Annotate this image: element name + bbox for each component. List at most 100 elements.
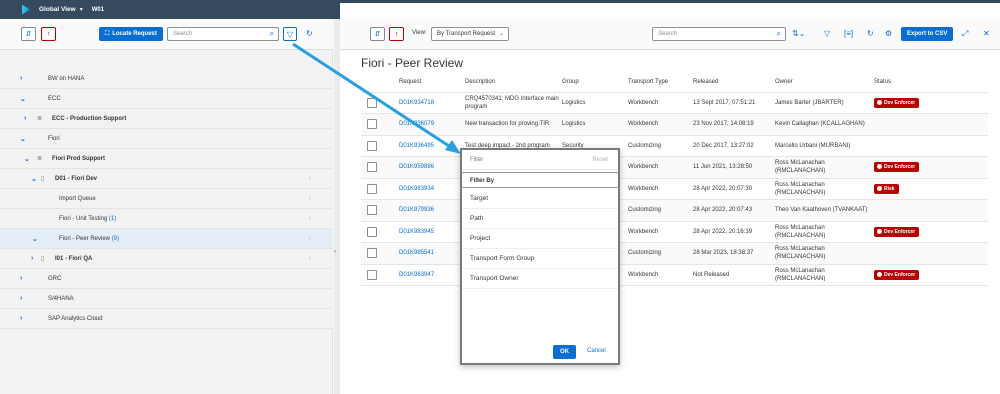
reset-link[interactable]: Reset: [592, 157, 608, 163]
expand-all-icon[interactable]: ⇵: [21, 27, 36, 41]
column-header[interactable]: Request: [399, 72, 465, 93]
tree-node[interactable]: ⌄ Fiori: [0, 129, 333, 149]
navigation-arrow-icon[interactable]: ›: [309, 215, 311, 222]
tree-node[interactable]: › SAP Analytics Cloud: [0, 309, 333, 329]
close-icon[interactable]: ✕: [983, 29, 990, 38]
request-link[interactable]: D01K983945: [399, 229, 434, 235]
table-row[interactable]: D01K979936 Customizing 28 Apr 2022, 20:07:…: [361, 199, 988, 222]
row-checkbox[interactable]: [367, 140, 377, 151]
tree-node[interactable]: Import Queue ›: [0, 189, 333, 209]
chevron-right-icon[interactable]: ›: [31, 255, 33, 262]
tree-node[interactable]: ⌄ ECC: [0, 89, 333, 109]
filter-option[interactable]: Transport Owner: [462, 269, 618, 289]
status-badge[interactable]: Dev Enforcer: [874, 269, 920, 280]
request-link[interactable]: D01K934718: [399, 100, 434, 106]
request-link[interactable]: D01K985541: [399, 250, 434, 256]
filter-icon[interactable]: ▽: [283, 27, 297, 41]
filter-option[interactable]: Path: [462, 209, 618, 229]
request-link[interactable]: D01K936495: [399, 143, 434, 149]
table-row[interactable]: D01K936079 New transaction for proving TI…: [361, 113, 988, 136]
fullscreen-icon[interactable]: ⤢: [962, 29, 968, 39]
request-link[interactable]: D01K936079: [399, 121, 434, 127]
table-row[interactable]: D01K934718 CRQ4570341: MDG Interface main…: [361, 92, 988, 114]
chevron-down-icon[interactable]: ▾: [80, 6, 83, 13]
refresh-icon[interactable]: ↻: [306, 29, 313, 38]
status-badge[interactable]: Dev Enforcer: [874, 226, 920, 237]
row-checkbox[interactable]: [367, 205, 377, 216]
row-checkbox[interactable]: [367, 248, 377, 259]
collapse-icon[interactable]: ↑: [41, 27, 56, 41]
global-view-title[interactable]: Global View: [39, 6, 76, 13]
tree-node[interactable]: ⌄ ≣ Fiori Prod Support: [0, 149, 333, 169]
ok-button[interactable]: OK: [553, 345, 576, 359]
app-logo[interactable]: [22, 4, 30, 15]
tree-node[interactable]: › GRC: [0, 269, 333, 289]
request-link[interactable]: D01K979936: [399, 207, 434, 213]
expand-all-icon[interactable]: ⇵: [370, 27, 385, 41]
chevron-right-icon[interactable]: ›: [20, 295, 22, 302]
group-icon[interactable]: [≡]: [844, 29, 853, 38]
request-search-input[interactable]: Search ⌕: [652, 27, 786, 41]
export-csv-button[interactable]: Export to CSV: [901, 27, 954, 41]
row-checkbox[interactable]: [367, 226, 377, 237]
navigation-arrow-icon[interactable]: ›: [309, 235, 311, 242]
row-checkbox[interactable]: [367, 162, 377, 173]
search-icon[interactable]: ⌕: [270, 29, 274, 39]
column-header[interactable]: Status: [874, 72, 988, 93]
column-header[interactable]: Released: [693, 72, 775, 93]
table-row[interactable]: D01K983947 Workbench Not Released Ross McLa…: [361, 264, 988, 286]
row-checkbox[interactable]: [367, 183, 377, 194]
request-link[interactable]: D01K983947: [399, 272, 434, 278]
status-badge[interactable]: Risk: [874, 183, 899, 194]
navigation-arrow-icon[interactable]: ›: [309, 255, 311, 262]
chevron-down-icon[interactable]: ⌄: [31, 175, 37, 183]
sort-icon[interactable]: ⇅⌄: [792, 29, 805, 38]
chevron-right-icon[interactable]: ›: [20, 315, 22, 322]
row-checkbox[interactable]: [367, 269, 377, 280]
tree-search-input[interactable]: Search ⌕: [167, 27, 279, 41]
filter-search-field[interactable]: Filter Reset: [462, 150, 618, 170]
tree-node[interactable]: › ▯ I01 - Fiori QA ›: [0, 249, 333, 269]
status-badge[interactable]: Dev Enforcer: [874, 162, 920, 173]
settings-icon[interactable]: ⚙: [885, 29, 892, 38]
chevron-down-icon[interactable]: ⌄: [20, 95, 26, 103]
search-icon[interactable]: ⌕: [777, 29, 781, 39]
column-header[interactable]: Transport Type: [628, 72, 693, 93]
filter-icon[interactable]: ▽: [824, 29, 830, 38]
column-header[interactable]: Owner: [775, 72, 874, 93]
tree-node[interactable]: › ≣ ECC - Production Support: [0, 109, 333, 129]
filter-option[interactable]: Transport Form Group: [462, 249, 618, 269]
table-row[interactable]: D01K985541 Customizing 28 Mar 2023, 18:38:…: [361, 242, 988, 265]
tree-node[interactable]: › S/4HANA: [0, 289, 333, 309]
cancel-button[interactable]: Cancel: [587, 348, 606, 354]
filter-option[interactable]: Project: [462, 229, 618, 249]
request-link[interactable]: D01K959886: [399, 164, 434, 170]
chevron-down-icon[interactable]: ⌄: [32, 235, 38, 243]
locate-request-button[interactable]: ⛶ Locate Request: [99, 27, 163, 41]
chevron-right-icon[interactable]: ›: [334, 249, 336, 255]
chevron-down-icon[interactable]: ⌄: [24, 155, 30, 163]
row-checkbox[interactable]: [367, 119, 377, 130]
tree-node[interactable]: Fiori - Unit Testing (1) ›: [0, 209, 333, 229]
table-row[interactable]: D01K936495 Test deep impact - 2nd program…: [361, 135, 988, 157]
chevron-right-icon[interactable]: ›: [24, 115, 26, 122]
navigation-arrow-icon[interactable]: ›: [309, 175, 311, 182]
column-header[interactable]: Group: [562, 72, 628, 93]
tree-node[interactable]: › BW on HANA: [0, 69, 333, 89]
chevron-down-icon[interactable]: ⌄: [20, 135, 26, 143]
tree-node[interactable]: ⌄ ▯ D01 - Fiori Dev ›: [0, 169, 333, 189]
refresh-icon[interactable]: ↻: [867, 29, 874, 38]
collapse-icon[interactable]: ↑: [389, 27, 404, 41]
chevron-right-icon[interactable]: ›: [20, 75, 22, 82]
view-select[interactable]: By Transport Request ⌄: [431, 27, 509, 41]
column-header[interactable]: Description: [465, 72, 562, 93]
table-row[interactable]: D01K983934 Workbench 28 Apr 2022, 20:07:30…: [361, 178, 988, 200]
request-link[interactable]: D01K983934: [399, 186, 434, 192]
navigation-arrow-icon[interactable]: ›: [309, 195, 311, 202]
status-badge[interactable]: Dev Enforcer: [874, 97, 920, 108]
filter-option[interactable]: Target: [462, 189, 618, 209]
table-row[interactable]: D01K959886 Workbench 11 Jun 2021, 13:28:50…: [361, 156, 988, 179]
row-checkbox[interactable]: [367, 97, 377, 108]
tree-node[interactable]: ⌄ Fiori - Peer Review (9) ›: [0, 229, 333, 249]
chevron-right-icon[interactable]: ›: [20, 275, 22, 282]
